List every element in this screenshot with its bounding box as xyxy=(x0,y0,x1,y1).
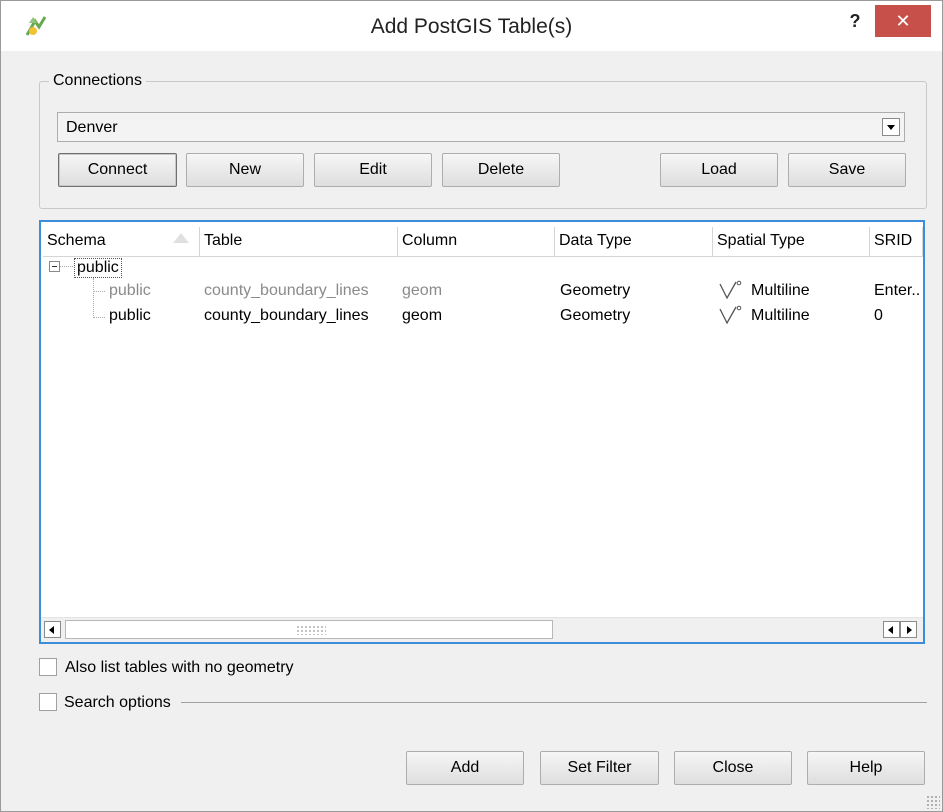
load-connections-button[interactable]: Load xyxy=(660,153,778,187)
multiline-icon xyxy=(719,305,742,325)
column-header-schema[interactable]: Schema xyxy=(43,227,200,257)
column-header-spatial-type[interactable]: Spatial Type xyxy=(713,227,870,257)
horizontal-scrollbar[interactable] xyxy=(41,617,923,642)
connections-group-label: Connections xyxy=(49,72,146,90)
column-header-column[interactable]: Column xyxy=(398,227,555,257)
grip-icon xyxy=(296,625,326,635)
help-button[interactable]: Help xyxy=(807,751,925,785)
set-filter-button[interactable]: Set Filter xyxy=(540,751,659,785)
row-data-type: Geometry xyxy=(560,282,631,299)
search-options-divider xyxy=(181,702,927,703)
row-table: county_boundary_lines xyxy=(204,282,369,299)
sort-ascending-icon xyxy=(173,233,189,243)
add-button[interactable]: Add xyxy=(406,751,524,785)
column-header-schema-label: Schema xyxy=(47,232,106,249)
title-bar: Add PostGIS Table(s) ? ✕ xyxy=(1,1,942,51)
row-srid[interactable]: Enter.. xyxy=(874,282,920,300)
scroll-right-arrow-icon[interactable] xyxy=(900,621,917,638)
scroll-left-arrow-icon[interactable] xyxy=(883,621,900,638)
edit-connection-button[interactable]: Edit xyxy=(314,153,432,187)
scrollbar-thumb[interactable] xyxy=(65,620,553,639)
multiline-icon xyxy=(719,280,742,300)
no-geometry-checkbox[interactable] xyxy=(39,658,57,676)
resize-grip-icon[interactable] xyxy=(926,795,940,809)
connect-button[interactable]: Connect xyxy=(58,153,177,187)
row-column: geom xyxy=(402,307,443,324)
row-spatial-type: Multiline xyxy=(751,282,810,299)
row-table: county_boundary_lines xyxy=(204,307,369,324)
column-header-srid[interactable]: SRID xyxy=(870,227,923,257)
connections-group xyxy=(39,81,927,209)
tree-connector xyxy=(60,266,73,267)
row-schema: public xyxy=(109,307,151,324)
row-data-type: Geometry xyxy=(560,307,631,324)
tables-tree-view[interactable]: Schema Table Column Data Type Spatial Ty… xyxy=(39,220,925,644)
collapse-icon[interactable] xyxy=(49,261,60,272)
no-geometry-label[interactable]: Also list tables with no geometry xyxy=(65,659,294,677)
scroll-left-arrow-icon[interactable] xyxy=(44,621,61,638)
tree-connector xyxy=(93,278,94,318)
tree-connector xyxy=(93,317,105,318)
save-connections-button[interactable]: Save xyxy=(788,153,906,187)
column-header-data-type[interactable]: Data Type xyxy=(555,227,713,257)
row-schema: public xyxy=(109,282,151,299)
row-spatial-type: Multiline xyxy=(751,307,810,324)
help-title-button[interactable]: ? xyxy=(841,7,869,35)
connection-select[interactable]: Denver xyxy=(57,112,905,142)
row-column: geom xyxy=(402,282,443,299)
search-options-label[interactable]: Search options xyxy=(64,694,171,712)
delete-connection-button[interactable]: Delete xyxy=(442,153,560,187)
tree-connector xyxy=(93,291,105,292)
close-window-button[interactable]: ✕ xyxy=(875,5,931,37)
tree-root-public[interactable]: public xyxy=(74,258,122,278)
close-button[interactable]: Close xyxy=(674,751,792,785)
add-postgis-dialog: Add PostGIS Table(s) ? ✕ Connections Den… xyxy=(0,0,943,812)
column-header-table[interactable]: Table xyxy=(200,227,398,257)
window-title: Add PostGIS Table(s) xyxy=(370,15,573,38)
chevron-down-icon[interactable] xyxy=(882,118,900,136)
new-connection-button[interactable]: New xyxy=(186,153,304,187)
row-srid[interactable]: 0 xyxy=(874,307,883,325)
connection-select-value: Denver xyxy=(66,119,118,136)
search-options-checkbox[interactable] xyxy=(39,693,57,711)
